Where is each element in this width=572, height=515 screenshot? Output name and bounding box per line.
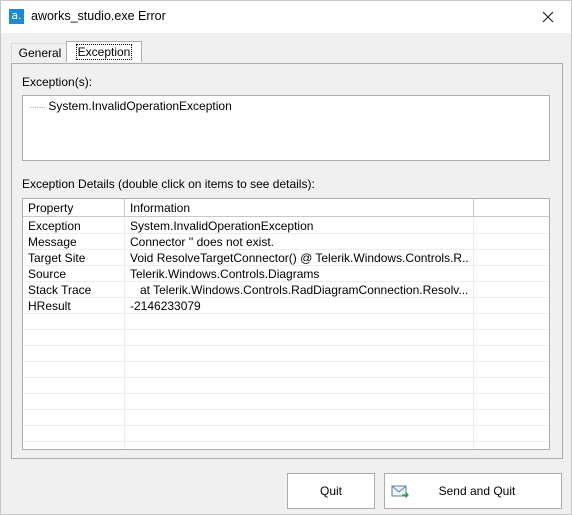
grid-line xyxy=(23,441,549,442)
exception-details-list[interactable]: Property Information Exception System.In… xyxy=(22,198,550,450)
grid-line xyxy=(23,425,549,426)
app-icon: a. xyxy=(9,9,24,24)
property-cell: HResult xyxy=(28,299,71,313)
close-button[interactable] xyxy=(525,1,571,32)
information-cell: -2146233079 xyxy=(130,299,201,313)
table-row[interactable]: Exception System.InvalidOperationExcepti… xyxy=(23,218,549,234)
tree-connector-icon: ······· xyxy=(29,102,46,113)
table-row[interactable]: Message Connector '' does not exist. xyxy=(23,234,549,250)
property-cell: Exception xyxy=(28,219,81,233)
property-cell: Target Site xyxy=(28,251,86,265)
column-header-information[interactable]: Information xyxy=(125,199,474,217)
tab-exception[interactable]: Exception xyxy=(66,41,142,62)
grid-line xyxy=(23,377,549,378)
property-cell: Message xyxy=(28,235,77,249)
exception-tab-panel: Exception(s): ······· System.InvalidOpera… xyxy=(11,63,563,459)
grid-line xyxy=(23,329,549,330)
error-dialog-window: a. aworks_studio.exe Error General Excep… xyxy=(0,0,572,515)
close-icon xyxy=(542,11,554,23)
exceptions-tree[interactable]: ······· System.InvalidOperationException xyxy=(22,95,550,161)
grid-line xyxy=(23,409,549,410)
information-cell: Void ResolveTargetConnector() @ Telerik.… xyxy=(130,251,470,265)
property-cell: Stack Trace xyxy=(28,283,92,297)
information-cell: System.InvalidOperationException xyxy=(130,219,314,233)
tab-exception-label: Exception xyxy=(75,44,133,60)
send-mail-icon xyxy=(391,485,409,498)
table-row[interactable]: HResult -2146233079 xyxy=(23,298,549,314)
information-cell: Telerik.Windows.Controls.Diagrams xyxy=(130,267,320,281)
send-and-quit-label: Send and Quit xyxy=(438,484,516,498)
tree-item-label: System.InvalidOperationException xyxy=(48,99,232,113)
window-title: aworks_studio.exe Error xyxy=(31,9,166,23)
property-cell: Source xyxy=(28,267,67,281)
title-bar: a. aworks_studio.exe Error xyxy=(1,1,571,33)
tab-general[interactable]: General xyxy=(11,43,69,62)
information-cell: Connector '' does not exist. xyxy=(130,235,274,249)
exceptions-label: Exception(s): xyxy=(22,75,93,89)
grid-line xyxy=(23,345,549,346)
column-header-property[interactable]: Property xyxy=(23,199,125,217)
grid-line xyxy=(23,361,549,362)
table-row[interactable]: Source Telerik.Windows.Controls.Diagrams xyxy=(23,266,549,282)
grid-line xyxy=(23,393,549,394)
column-header-empty[interactable] xyxy=(474,199,549,217)
information-cell: at Telerik.Windows.Controls.RadDiagramCo… xyxy=(130,283,469,297)
exception-details-label: Exception Details (double click on items… xyxy=(22,177,315,191)
send-and-quit-button[interactable]: Send and Quit xyxy=(384,473,562,509)
table-row[interactable]: Target Site Void ResolveTargetConnector(… xyxy=(23,250,549,266)
table-row[interactable]: Stack Trace at Telerik.Windows.Controls.… xyxy=(23,282,549,298)
quit-button[interactable]: Quit xyxy=(287,473,375,509)
tree-item[interactable]: ······· System.InvalidOperationException xyxy=(29,99,232,113)
